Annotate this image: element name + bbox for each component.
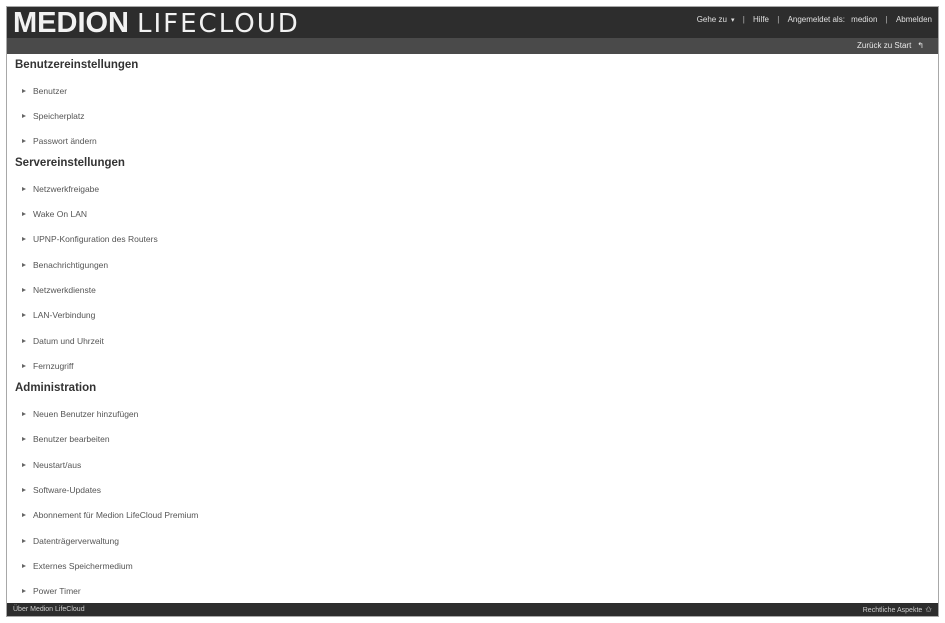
menu-item-label: Benutzer (33, 86, 68, 96)
bullet-arrow-icon (22, 186, 26, 191)
menu-item[interactable]: Datenträgerverwaltung (22, 536, 119, 546)
menu-item-label: Neustart/aus (33, 460, 82, 470)
menu-item[interactable]: Fernzugriff (22, 361, 73, 371)
menu-item[interactable]: Benutzer bearbeiten (22, 434, 110, 444)
menu-item[interactable]: UPNP-Konfiguration des Routers (22, 234, 158, 244)
legal-label: Rechtliche Aspekte (862, 607, 923, 614)
bullet-arrow-icon (22, 338, 26, 343)
star-icon: ✩ (925, 605, 932, 614)
menu-item-label: Externes Speichermedium (33, 561, 133, 571)
menu-item-label: Wake On LAN (33, 209, 88, 219)
menu-item-label: Netzwerkdienste (33, 285, 96, 295)
logged-in-label: Angemeldet als: (787, 15, 845, 24)
bullet-arrow-icon (22, 462, 26, 467)
menu-item[interactable]: Neustart/aus (22, 460, 81, 470)
bullet-arrow-icon (22, 312, 26, 317)
app-window: MEDION LIFECLOUD Gehe zu ▾ | Hilfe | Angem… (6, 6, 939, 617)
section-title-administration: Administration (15, 382, 97, 394)
bullet-arrow-icon (22, 88, 26, 93)
username: medion (851, 15, 878, 24)
menu-item-label: Datenträgerverwaltung (33, 536, 119, 546)
bullet-arrow-icon (22, 113, 26, 118)
logo: MEDION LIFECLOUD (13, 7, 300, 40)
menu-item-label: Speicherplatz (33, 111, 85, 121)
footer-bar: Über Medion LifeCloud Rechtliche Aspekte… (7, 603, 938, 616)
menu-item-label: Netzwerkfreigabe (33, 184, 100, 194)
menu-item-label: Power Timer (33, 586, 81, 596)
menu-item[interactable]: Speicherplatz (22, 111, 85, 121)
menu-item[interactable]: Benutzer (22, 86, 67, 96)
bullet-arrow-icon (22, 588, 26, 593)
back-to-start-label: Zurück zu Start (857, 41, 912, 50)
menu-item[interactable]: Neuen Benutzer hinzufügen (22, 409, 138, 419)
nav-separator: | (742, 15, 745, 24)
menu-item[interactable]: Datum und Uhrzeit (22, 336, 104, 346)
section-title-user-settings: Benutzereinstellungen (15, 59, 139, 71)
bullet-arrow-icon (22, 236, 26, 241)
menu-item-label: Datum und Uhrzeit (33, 336, 104, 346)
legal-link[interactable]: Rechtliche Aspekte ✩ (863, 603, 932, 616)
logout-link[interactable]: Abmelden (896, 7, 932, 33)
chevron-down-icon: ▾ (730, 17, 735, 24)
logo-brand: MEDION (13, 7, 129, 39)
bullet-arrow-icon (22, 487, 26, 492)
top-nav: Gehe zu ▾ | Hilfe | Angemeldet als: medio… (697, 7, 932, 33)
menu-item[interactable]: Benachrichtigungen (22, 260, 108, 270)
menu-item[interactable]: Abonnement für Medion LifeCloud Premium (22, 510, 198, 520)
menu-item[interactable]: Netzwerkdienste (22, 285, 96, 295)
bullet-arrow-icon (22, 138, 26, 143)
menu-item[interactable]: Netzwerkfreigabe (22, 184, 99, 194)
bullet-arrow-icon (22, 512, 26, 517)
menu-item-label: UPNP-Konfiguration des Routers (33, 234, 158, 244)
sub-bar: Zurück zu Start ↰ (7, 38, 938, 54)
nav-separator: | (885, 15, 888, 24)
help-link[interactable]: Hilfe (753, 7, 769, 33)
menu-item-label: Neuen Benutzer hinzufügen (33, 409, 139, 419)
menu-item-label: Fernzugriff (33, 361, 74, 371)
bullet-arrow-icon (22, 563, 26, 568)
menu-item[interactable]: LAN-Verbindung (22, 310, 95, 320)
bullet-arrow-icon (22, 262, 26, 267)
menu-item-label: Benachrichtigungen (33, 260, 109, 270)
bullet-arrow-icon (22, 436, 26, 441)
back-to-start-link[interactable]: Zurück zu Start ↰ (857, 38, 924, 54)
goto-menu[interactable]: Gehe zu ▾ (697, 7, 735, 34)
about-link[interactable]: Über Medion LifeCloud (13, 603, 85, 616)
return-arrow-icon: ↰ (917, 41, 924, 50)
bullet-arrow-icon (22, 363, 26, 368)
menu-item-label: LAN-Verbindung (33, 310, 96, 320)
menu-item[interactable]: Wake On LAN (22, 209, 87, 219)
nav-separator: | (777, 15, 780, 24)
menu-item[interactable]: Software-Updates (22, 485, 101, 495)
menu-item[interactable]: Externes Speichermedium (22, 561, 133, 571)
goto-label: Gehe zu (696, 15, 727, 24)
bullet-arrow-icon (22, 538, 26, 543)
bullet-arrow-icon (22, 211, 26, 216)
section-title-server-settings: Servereinstellungen (15, 157, 125, 169)
top-bar: MEDION LIFECLOUD Gehe zu ▾ | Hilfe | Angem… (7, 7, 938, 40)
logo-product: LIFECLOUD (137, 9, 300, 39)
menu-item[interactable]: Power Timer (22, 586, 81, 596)
bullet-arrow-icon (22, 411, 26, 416)
menu-item-label: Abonnement für Medion LifeCloud Premium (33, 510, 199, 520)
bullet-arrow-icon (22, 287, 26, 292)
menu-item[interactable]: Passwort ändern (22, 136, 97, 146)
menu-item-label: Software-Updates (33, 485, 102, 495)
menu-item-label: Benutzer bearbeiten (33, 434, 110, 444)
menu-item-label: Passwort ändern (33, 136, 97, 146)
